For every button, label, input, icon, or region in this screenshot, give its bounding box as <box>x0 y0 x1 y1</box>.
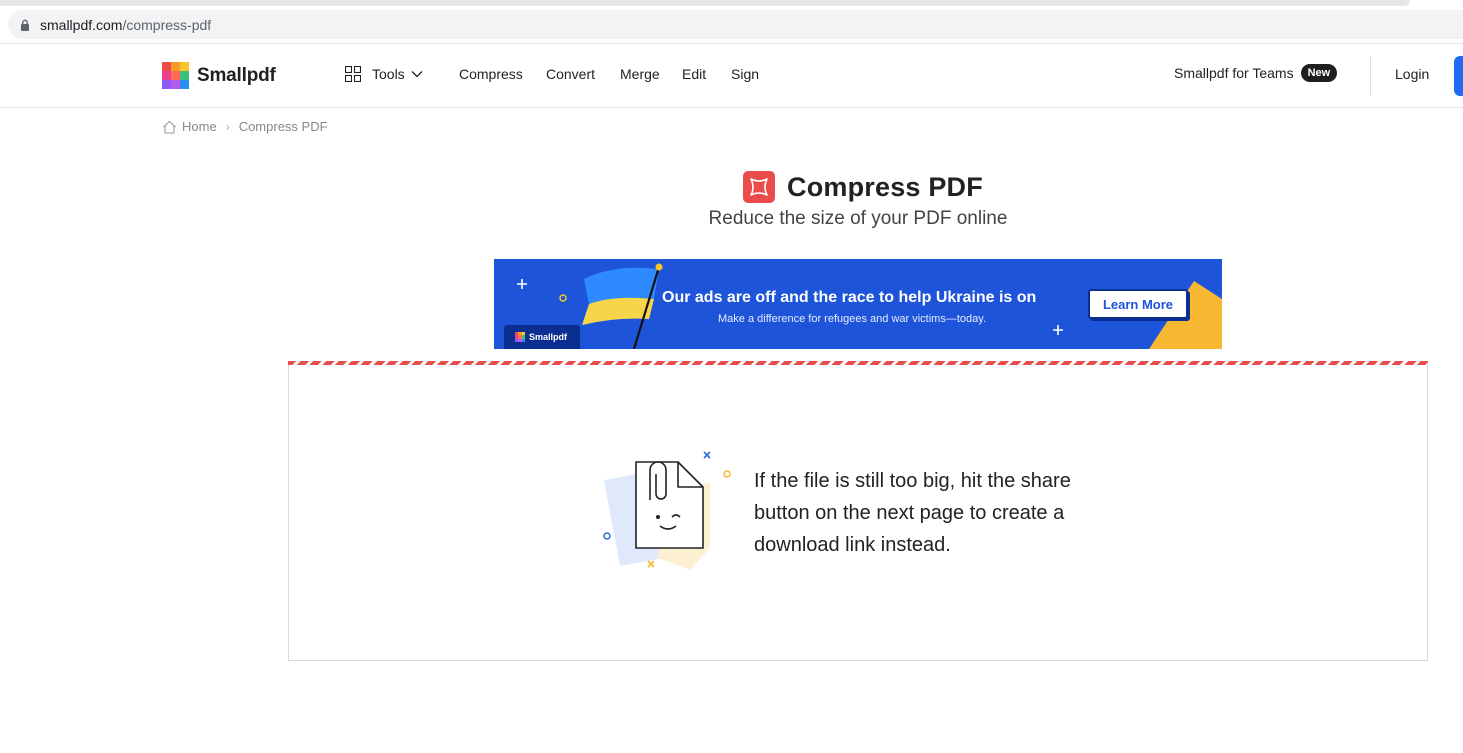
nav-compress[interactable]: Compress <box>459 66 523 82</box>
lock-icon <box>21 19 29 31</box>
logo-mark-icon <box>162 62 189 89</box>
banner-tag-text: Smallpdf <box>529 332 568 342</box>
nav-edit[interactable]: Edit <box>682 66 706 82</box>
teams-label: Smallpdf for Teams <box>1174 65 1294 81</box>
grid-icon <box>345 66 361 82</box>
nav-merge[interactable]: Merge <box>620 66 660 82</box>
page-title: Compress PDF <box>787 171 983 202</box>
tools-label: Tools <box>372 66 405 82</box>
breadcrumb: Home › Compress PDF <box>162 119 328 134</box>
learn-more-button[interactable]: Learn More <box>1088 289 1188 319</box>
nav-sign[interactable]: Sign <box>731 66 759 82</box>
logo-mark-icon <box>515 332 525 342</box>
browser-chrome: smallpdf.com/compress-pdf <box>0 0 1463 44</box>
address-bar[interactable]: smallpdf.com/compress-pdf <box>8 10 1463 39</box>
brand-name: Smallpdf <box>197 64 276 86</box>
smallpdf-logo[interactable]: Smallpdf <box>162 62 276 89</box>
share-tip-text: If the file is still too big, hit the sh… <box>754 470 1071 556</box>
tools-menu-button[interactable]: Tools <box>345 66 423 82</box>
login-link[interactable]: Login <box>1395 66 1429 82</box>
page-subtitle: Reduce the size of your PDF online <box>708 208 1008 229</box>
banner-subtext: Make a difference for refugees and war v… <box>718 313 986 325</box>
site-header: Smallpdf Tools Compress Convert Merge Ed… <box>0 44 1463 108</box>
page-title-row: Compress PDF <box>743 171 983 203</box>
breadcrumb-current: Compress PDF <box>238 119 328 134</box>
address-url[interactable]: smallpdf.com/compress-pdf <box>40 17 211 33</box>
new-badge: New <box>1300 64 1338 82</box>
nav-convert[interactable]: Convert <box>546 66 595 82</box>
ukraine-banner[interactable]: Our ads are off and the race to help Ukr… <box>494 259 1222 349</box>
paperclip-document-icon <box>603 451 731 570</box>
url-host: smallpdf.com <box>40 16 123 33</box>
chevron-down-icon <box>411 71 423 78</box>
tab-strip <box>0 0 1410 6</box>
header-divider <box>1370 56 1371 96</box>
signup-button[interactable] <box>1454 56 1463 96</box>
banner-heading: Our ads are off and the race to help Ukr… <box>662 289 1037 306</box>
breadcrumb-separator: › <box>225 119 230 134</box>
home-icon <box>163 120 176 134</box>
banner-brand-tag: Smallpdf <box>504 325 580 349</box>
breadcrumb-home[interactable]: Home <box>182 119 217 134</box>
url-path: /compress-pdf <box>122 16 212 33</box>
smallpdf-for-teams-link[interactable]: Smallpdf for Teams New <box>1174 64 1338 82</box>
progress-stripe <box>288 361 1428 365</box>
compress-tool-icon <box>743 171 775 203</box>
